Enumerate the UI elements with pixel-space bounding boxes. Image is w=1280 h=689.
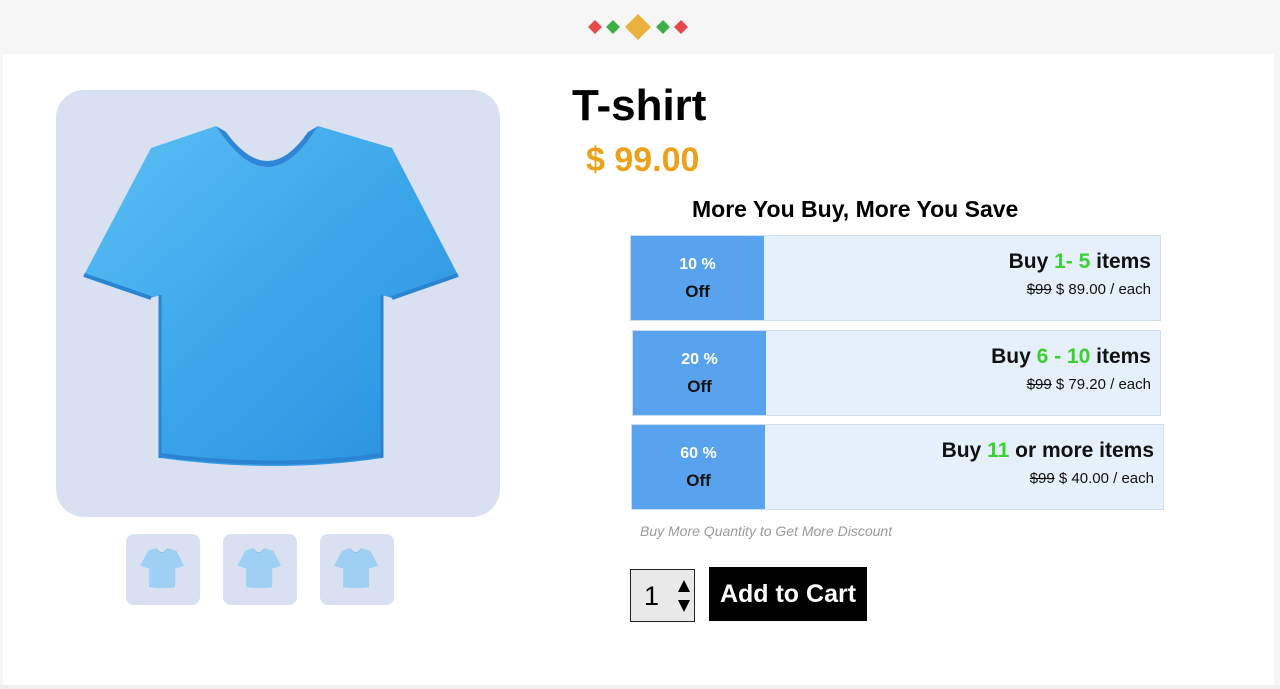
- tier-info: Buy 1- 5 items $99 $ 89.00 / each: [1009, 249, 1151, 301]
- diamond-cluster-logo: [588, 14, 688, 40]
- tier-new-price: $ 79.20 / each: [1051, 376, 1151, 393]
- tier-old-price: $99: [1026, 376, 1052, 393]
- discount-tier-2: 20 % Off Buy 6 - 10 items $99 $ 79.20 / …: [632, 330, 1161, 416]
- tshirt-image: [83, 126, 459, 466]
- tier-quantity: 1- 5: [1054, 250, 1091, 273]
- discount-tier-1: 10 % Off Buy 1- 5 items $99 $ 89.00 / ea…: [630, 235, 1161, 321]
- tier-badge: 10 % Off: [631, 236, 764, 320]
- discount-heading: More You Buy, More You Save: [692, 196, 1019, 222]
- tier-buy-prefix: Buy: [991, 345, 1037, 368]
- tier-off-label: Off: [685, 282, 710, 301]
- tier-buy-suffix: items: [1090, 250, 1151, 273]
- product-title: T-shirt: [572, 81, 707, 130]
- tier-new-price: $ 40.00 / each: [1054, 470, 1154, 487]
- tier-info: Buy 11 or more items $99 $ 40.00 / each: [942, 438, 1154, 490]
- thumbnail-1[interactable]: [126, 534, 200, 605]
- thumbnail-2[interactable]: [223, 534, 297, 605]
- tier-buy-suffix: or more items: [1009, 439, 1154, 462]
- quantity-value[interactable]: 1: [644, 580, 659, 612]
- top-bar: [0, 0, 1280, 54]
- thumbnail-3[interactable]: [320, 534, 394, 605]
- quantity-stepper[interactable]: 1: [630, 569, 695, 622]
- tier-pricing: $99 $ 40.00 / each: [942, 468, 1154, 490]
- increment-arrow-icon[interactable]: [678, 580, 690, 592]
- tier-buy-prefix: Buy: [941, 439, 988, 462]
- tier-new-price: $ 89.00 / each: [1051, 281, 1151, 298]
- tier-badge: 60 % Off: [632, 425, 765, 509]
- discount-note: Buy More Quantity to Get More Discount: [640, 523, 893, 539]
- bottom-bar: [0, 685, 1280, 689]
- tshirt-thumbnail-icon: [334, 548, 379, 589]
- tier-old-price: $99: [1026, 281, 1052, 298]
- decrement-arrow-icon[interactable]: [678, 600, 690, 612]
- tier-off-label: Off: [686, 471, 711, 490]
- tier-quantity: 6 - 10: [1036, 345, 1091, 368]
- tier-percent: 10 %: [679, 256, 716, 273]
- tier-pricing: $99 $ 89.00 / each: [1009, 279, 1151, 301]
- discount-tier-3: 60 % Off Buy 11 or more items $99 $ 40.0…: [631, 424, 1164, 510]
- product-main-image: [56, 90, 500, 517]
- tier-percent: 20 %: [681, 351, 718, 368]
- tier-heading: Buy 1- 5 items: [1009, 249, 1151, 275]
- add-to-cart-button[interactable]: Add to Cart: [709, 567, 867, 621]
- tshirt-thumbnail-icon: [140, 548, 185, 589]
- tier-info: Buy 6 - 10 items $99 $ 79.20 / each: [991, 344, 1151, 396]
- tier-heading: Buy 6 - 10 items: [991, 344, 1151, 370]
- tier-heading: Buy 11 or more items: [942, 438, 1154, 464]
- tier-old-price: $99: [1029, 470, 1055, 487]
- product-price: $ 99.00: [586, 141, 700, 179]
- tier-off-label: Off: [687, 377, 712, 396]
- stepper-arrows[interactable]: [678, 580, 690, 612]
- tier-buy-suffix: items: [1090, 345, 1151, 368]
- tshirt-thumbnail-icon: [237, 548, 282, 589]
- tier-percent: 60 %: [680, 445, 717, 462]
- tier-pricing: $99 $ 79.20 / each: [991, 374, 1151, 396]
- tier-quantity: 11: [987, 439, 1010, 462]
- tier-badge: 20 % Off: [633, 331, 766, 415]
- tier-buy-prefix: Buy: [1008, 250, 1055, 273]
